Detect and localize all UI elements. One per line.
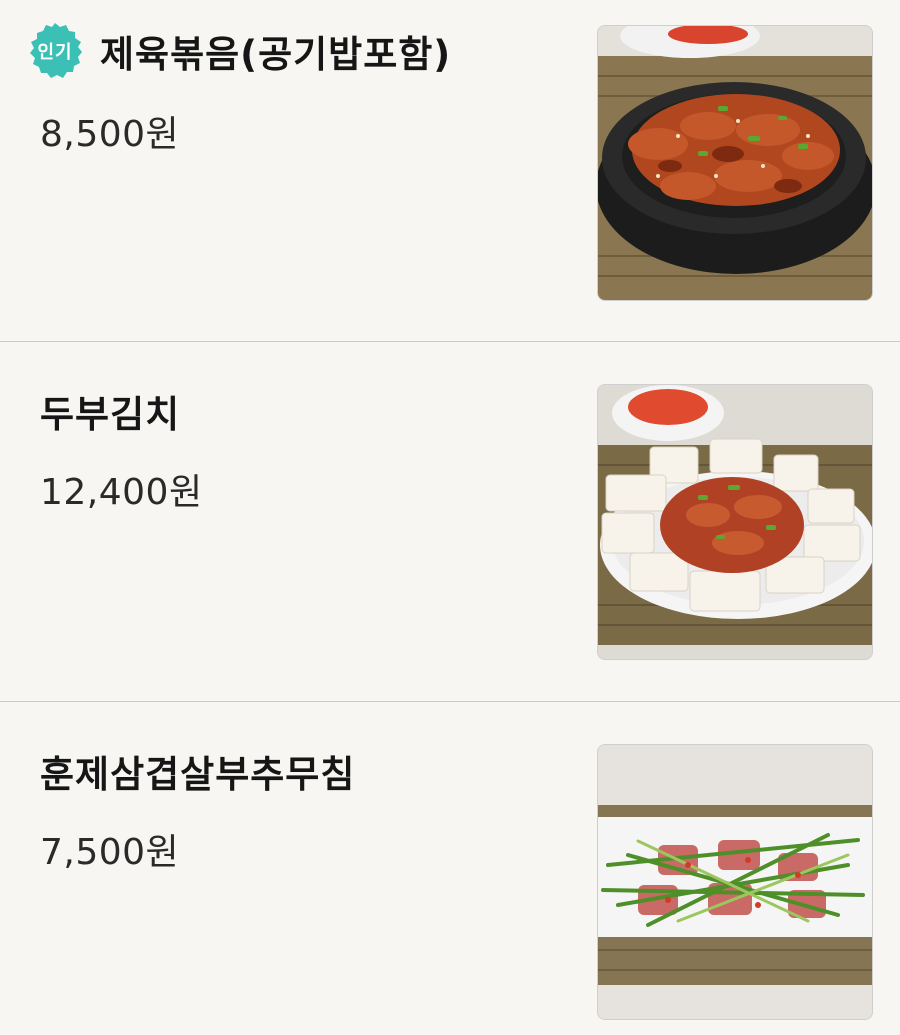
menu-item-name: 훈제삼겹살부추무침: [40, 753, 356, 796]
stir-fried-pork-image[interactable]: [597, 25, 873, 301]
menu-item-price: 8,500원: [40, 114, 180, 155]
menu-item-title-row: 훈제삼겹살부추무침: [40, 744, 355, 798]
menu-item-tofu-kimchi[interactable]: 두부김치 12,400원: [0, 342, 900, 702]
smoked-pork-chive-salad-image[interactable]: [597, 744, 873, 1020]
menu-item-name: 제육볶음(공기밥포함): [100, 33, 452, 76]
menu-item-title-row: 두부김치: [40, 384, 180, 438]
menu-list: 인기 제육볶음(공기밥포함) 8,500원 두부김치 12,400원 훈제삼겹살…: [0, 0, 900, 1035]
menu-item-title-row: 인기 제육볶음(공기밥포함): [30, 20, 452, 82]
tofu-kimchi-image[interactable]: [597, 384, 873, 660]
popular-badge-label: 인기: [37, 42, 73, 63]
menu-item-name: 두부김치: [40, 393, 181, 436]
menu-item-price: 7,500원: [40, 832, 180, 873]
popular-badge: 인기: [24, 20, 86, 82]
menu-item-smoked-pork-chive-salad[interactable]: 훈제삼겹살부추무침 7,500원: [0, 702, 900, 1035]
menu-item-price: 12,400원: [40, 472, 203, 513]
menu-item-stir-fried-pork[interactable]: 인기 제육볶음(공기밥포함) 8,500원: [0, 0, 900, 342]
